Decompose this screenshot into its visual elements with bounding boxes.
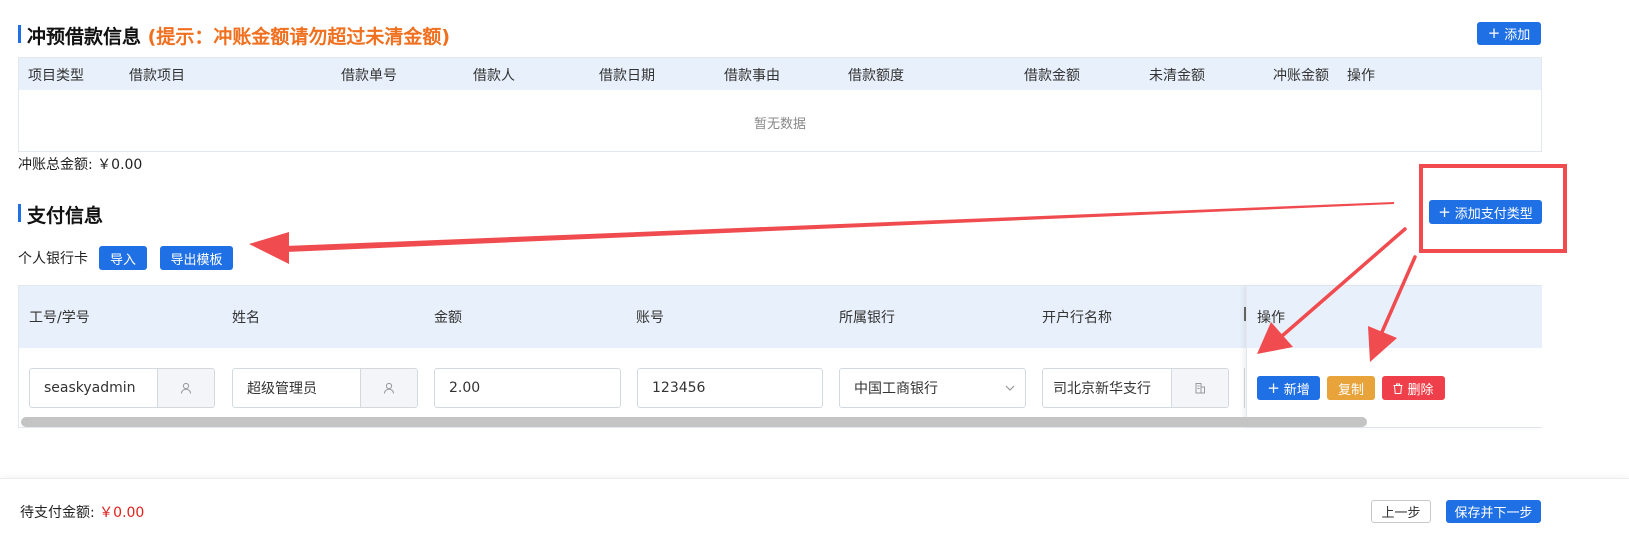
add-loan-button-label: 添加 xyxy=(1504,28,1531,43)
add-payment-type-label: 添加支付类型 xyxy=(1454,206,1533,222)
loan-col-borrower: 借款人 xyxy=(473,68,515,84)
loan-col-outstanding: 未清金额 xyxy=(1149,68,1205,84)
delete-row-label: 删除 xyxy=(1407,382,1434,398)
add-row-label: 新增 xyxy=(1283,382,1310,398)
loan-table-empty: 暂无数据 xyxy=(753,117,806,132)
branch-value: 司北京新华支行 xyxy=(1053,381,1151,397)
loan-col-date: 借款日期 xyxy=(599,68,655,84)
account-value: 123456 xyxy=(652,380,706,396)
payment-table: 工号/学号 姓名 金额 账号 所属银行 开户行名称 seaskyadmin 超级… xyxy=(18,285,1542,428)
pay-col-id: 工号/学号 xyxy=(29,310,90,326)
building-icon[interactable] xyxy=(1171,369,1228,407)
add-payment-type-button[interactable]: + 添加支付类型 xyxy=(1429,200,1542,224)
loan-section-title-text: 冲预借款信息 xyxy=(27,26,142,48)
plus-icon: + xyxy=(1487,24,1501,42)
payment-section-accent xyxy=(18,204,21,222)
account-field[interactable]: 123456 xyxy=(637,368,823,408)
loan-col-reason: 借款事由 xyxy=(724,68,780,84)
branch-field[interactable]: 司北京新华支行 xyxy=(1042,368,1229,408)
name-value: 超级管理员 xyxy=(247,381,317,397)
bank-value: 中国工商银行 xyxy=(854,381,938,397)
employee-id-value: seaskyadmin xyxy=(44,380,136,396)
user-icon[interactable] xyxy=(360,369,417,407)
amount-field[interactable]: 2.00 xyxy=(434,368,621,408)
plus-icon: + xyxy=(1438,202,1451,221)
plus-icon: + xyxy=(1267,378,1280,397)
employee-id-field[interactable]: seaskyadmin xyxy=(29,368,215,408)
chevron-down-icon xyxy=(995,385,1025,391)
pending-amount: 待支付金额: ￥0.00 xyxy=(20,502,144,522)
add-row-button[interactable]: + 新增 xyxy=(1257,376,1320,400)
loan-total-label: 冲账总金额: xyxy=(18,157,93,173)
bank-select[interactable]: 中国工商银行 xyxy=(839,368,1026,408)
pending-amount-label: 待支付金额: xyxy=(20,505,95,521)
loan-col-actions: 操作 xyxy=(1347,68,1375,84)
trash-icon xyxy=(1393,383,1403,394)
delete-row-button[interactable]: 删除 xyxy=(1382,376,1445,400)
copy-row-button[interactable]: 复制 xyxy=(1327,376,1375,400)
loan-section-title: 冲预借款信息 (提示：冲账金额请勿超过未清金额) xyxy=(27,22,450,49)
import-button[interactable]: 导入 xyxy=(99,246,147,270)
pay-col-bank: 所属银行 xyxy=(839,310,895,326)
loan-col-project: 借款项目 xyxy=(129,68,185,84)
export-template-button[interactable]: 导出模板 xyxy=(160,246,233,270)
add-loan-button[interactable]: + 添加 xyxy=(1477,22,1541,45)
loan-col-number: 借款单号 xyxy=(341,68,397,84)
pay-col-actions: 操作 xyxy=(1257,310,1285,326)
loan-section-hint: (提示：冲账金额请勿超过未清金额) xyxy=(147,26,451,48)
pay-col-amount: 金额 xyxy=(434,310,462,326)
pay-col-branch: 开户行名称 xyxy=(1042,310,1112,326)
amount-value: 2.00 xyxy=(449,380,481,396)
table-horizontal-scrollbar[interactable] xyxy=(21,417,1367,427)
actions-column-header xyxy=(1247,286,1542,348)
card-type-label: 个人银行卡 xyxy=(18,251,88,267)
user-icon[interactable] xyxy=(157,369,214,407)
loan-table-header: 项目类型 借款项目 借款单号 借款人 借款日期 借款事由 借款额度 借款金额 未… xyxy=(19,58,1541,90)
loan-col-limit: 借款额度 xyxy=(848,68,904,84)
prev-step-button[interactable]: 上一步 xyxy=(1371,500,1431,523)
loan-section-accent xyxy=(18,25,21,43)
name-field[interactable]: 超级管理员 xyxy=(232,368,418,408)
loan-total-value: ￥0.00 xyxy=(97,157,143,173)
actions-column: 操作 + 新增 复制 删除 xyxy=(1246,286,1542,427)
loan-table: 项目类型 借款项目 借款单号 借款人 借款日期 借款事由 借款额度 借款金额 未… xyxy=(18,57,1542,152)
loan-col-offset: 冲账金额 xyxy=(1273,68,1329,84)
pay-col-name: 姓名 xyxy=(232,310,260,326)
annotation-arrow-to-card-type xyxy=(249,202,1394,264)
save-next-button[interactable]: 保存并下一步 xyxy=(1446,500,1541,523)
pending-amount-value: ￥0.00 xyxy=(99,505,145,521)
payment-section-title: 支付信息 xyxy=(27,205,104,227)
pay-col-account: 账号 xyxy=(636,310,664,326)
loan-col-type: 项目类型 xyxy=(28,68,84,84)
loan-col-amount: 借款金额 xyxy=(1024,68,1080,84)
loan-total: 冲账总金额: ￥0.00 xyxy=(18,154,142,174)
